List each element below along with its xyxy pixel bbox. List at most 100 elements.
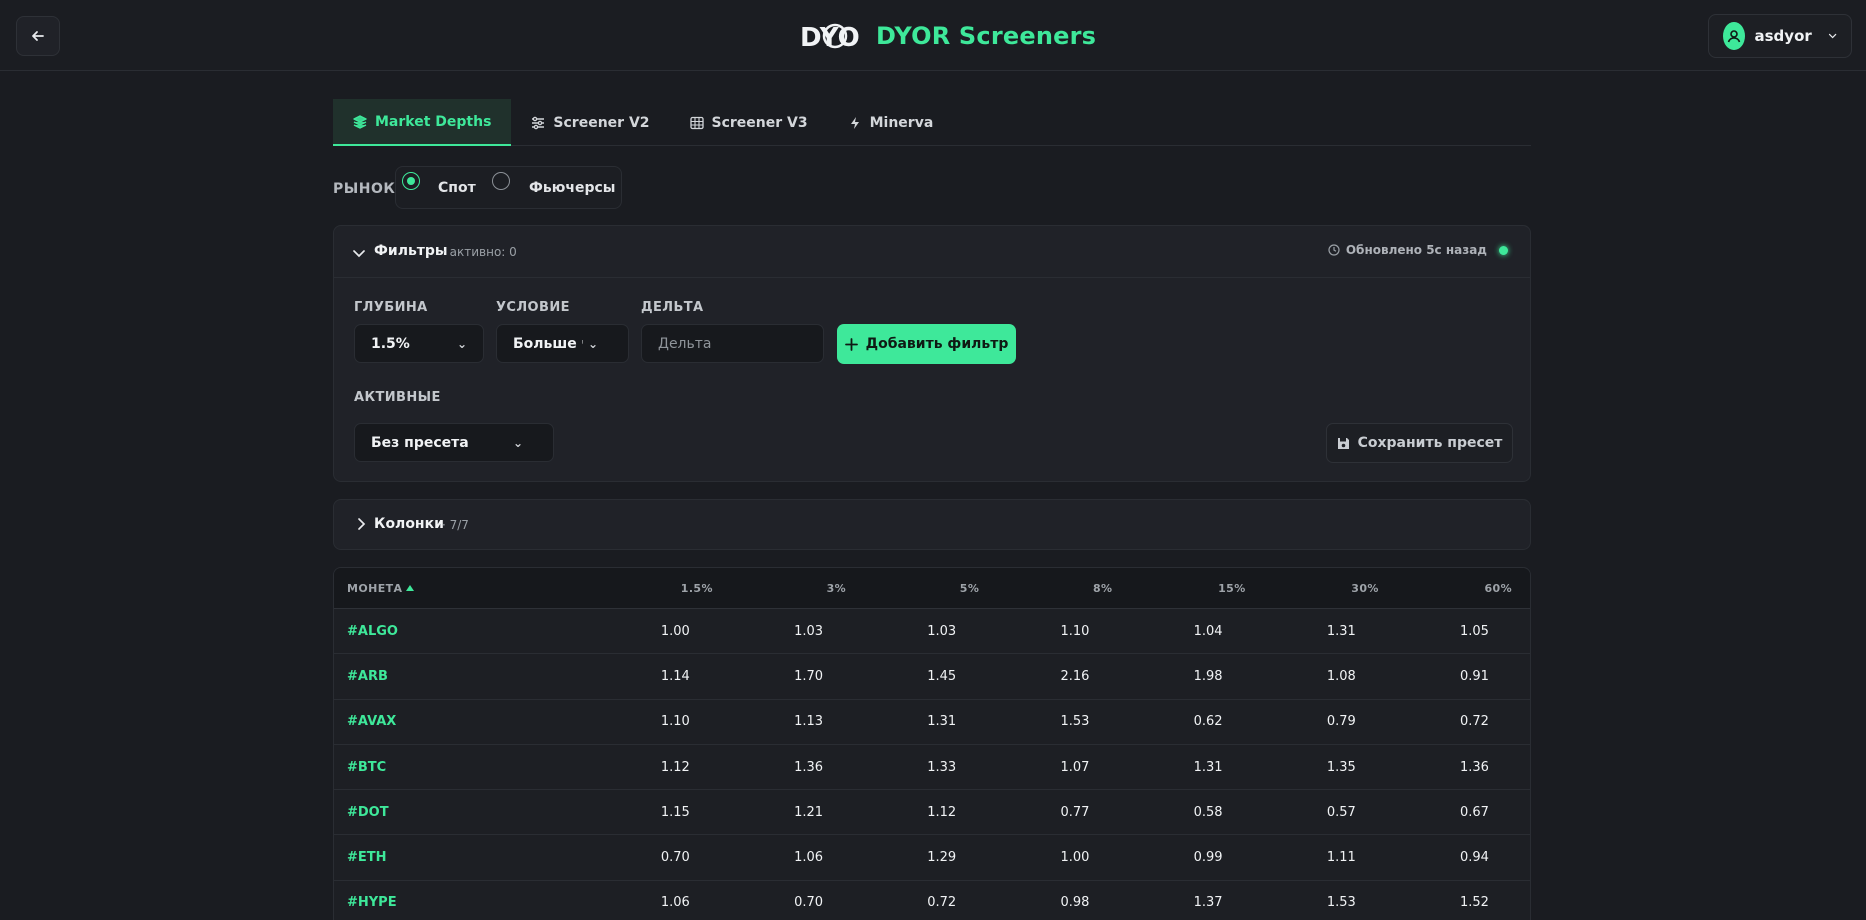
table-cell: 0.99 xyxy=(1193,850,1223,866)
updated-text: Обновлено 5с назад xyxy=(1345,243,1487,257)
table-cell: 1.04 xyxy=(1193,623,1223,639)
column-header-15[interactable]: 15% xyxy=(1130,582,1263,595)
table-cell: 1.03 xyxy=(927,623,957,639)
active-presets-label: АКТИВНЫЕ xyxy=(354,390,441,405)
table-cell: 1.52 xyxy=(1460,895,1489,911)
column-header-1-5[interactable]: 1.5% xyxy=(598,582,731,595)
table-cell: 1.31 xyxy=(1193,759,1223,775)
chevron-down-icon: ⌄ xyxy=(456,337,467,351)
table-cell: 1.31 xyxy=(1326,623,1356,639)
coin-link[interactable]: #ETH xyxy=(334,850,598,865)
table-cell: 1.53 xyxy=(1060,714,1090,730)
table-cell: 1.11 xyxy=(1326,850,1356,866)
save-preset-label: Сохранить пресет xyxy=(1357,435,1503,451)
table-cell: 1.70 xyxy=(794,668,824,684)
table-cell: 1.10 xyxy=(660,714,690,730)
table-cell: 0.72 xyxy=(927,895,957,911)
table-row[interactable]: #BTC 1.12 1.36 1.33 1.07 1.31 1.35 1.36 xyxy=(334,745,1530,791)
coin-link[interactable]: #BTC xyxy=(334,760,598,775)
user-menu-button[interactable]: asdyor xyxy=(1708,14,1852,58)
radio-futures[interactable] xyxy=(492,172,510,190)
chevron-down-icon: ⌄ xyxy=(512,436,523,450)
table-cell: 1.45 xyxy=(927,668,957,684)
column-header-5[interactable]: 5% xyxy=(864,582,997,595)
table-cell: 1.98 xyxy=(1193,668,1223,684)
column-header-30[interactable]: 30% xyxy=(1264,582,1397,595)
save-preset-button[interactable]: Сохранить пресет xyxy=(1326,423,1513,463)
depth-select[interactable]: 1.5% ⌄ xyxy=(354,324,484,363)
tab-screener-v2[interactable]: Screener V2 xyxy=(511,99,669,146)
arrow-left-icon xyxy=(32,31,44,41)
table-cell: 1.12 xyxy=(927,804,957,820)
depth-table: МОНЕТА 1.5% 3% 5% 8% 15% 30% 60% #ALGO 1… xyxy=(333,567,1531,920)
table-cell: 0.70 xyxy=(660,850,690,866)
coin-link[interactable]: #HYPE xyxy=(334,895,598,910)
sort-ascending-icon xyxy=(406,585,415,591)
column-header-3[interactable]: 3% xyxy=(731,582,864,595)
condition-select[interactable]: Больше чем ⌄ xyxy=(496,324,629,363)
tab-label: Market Depths xyxy=(375,113,492,130)
table-cell: 0.98 xyxy=(1060,895,1090,911)
column-header-coin[interactable]: МОНЕТА xyxy=(334,582,598,595)
radio-spot-label[interactable]: Спот xyxy=(438,180,476,196)
column-header-60[interactable]: 60% xyxy=(1397,582,1530,595)
columns-count: · 7/7 xyxy=(442,518,469,532)
table-cell: 1.06 xyxy=(660,895,690,911)
back-button[interactable] xyxy=(16,16,60,56)
coin-link[interactable]: #AVAX xyxy=(334,714,598,729)
tab-market-depths[interactable]: Market Depths xyxy=(333,99,512,146)
table-cell: 0.62 xyxy=(1193,714,1223,730)
coin-link[interactable]: #ALGO xyxy=(334,624,598,639)
table-cell: 0.67 xyxy=(1460,804,1489,820)
table-cell: 1.13 xyxy=(794,714,824,730)
column-header-label: МОНЕТА xyxy=(347,581,403,595)
table-body: #ALGO 1.00 1.03 1.03 1.10 1.04 1.31 1.05… xyxy=(334,609,1530,920)
preset-value: Без пресета xyxy=(371,434,469,451)
table-cell: 1.37 xyxy=(1193,895,1223,911)
tab-minerva[interactable]: Minerva xyxy=(828,99,954,146)
filters-header[interactable]: Фильтры · активно: 0 Обновлено 5с назад xyxy=(334,226,1530,278)
table-cell: 1.07 xyxy=(1060,759,1090,775)
table-cell: 1.21 xyxy=(794,804,824,820)
brand[interactable]: DYOR DYOR Screeners xyxy=(800,16,1096,56)
delta-input[interactable] xyxy=(641,324,824,363)
table-cell: 0.57 xyxy=(1326,804,1356,820)
coin-link[interactable]: #DOT xyxy=(334,805,598,820)
table-cell: 0.91 xyxy=(1460,668,1489,684)
table-cell: 1.10 xyxy=(1060,623,1090,639)
table-cell: 1.00 xyxy=(1060,850,1090,866)
table-row[interactable]: #AVAX 1.10 1.13 1.31 1.53 0.62 0.79 0.72 xyxy=(334,700,1530,745)
table-cell: 0.72 xyxy=(1460,714,1489,730)
add-filter-button[interactable]: Добавить фильтр xyxy=(837,324,1016,364)
bolt-icon xyxy=(850,116,859,129)
tab-label: Screener V3 xyxy=(711,114,808,131)
tab-label: Screener V2 xyxy=(553,114,650,131)
columns-panel[interactable]: Колонки · 7/7 xyxy=(333,499,1531,550)
radio-spot[interactable] xyxy=(402,172,420,190)
chevron-down-icon xyxy=(1828,33,1837,39)
table-cell: 1.12 xyxy=(660,759,690,775)
tab-screener-v3[interactable]: Screener V3 xyxy=(670,99,828,146)
table-cell: 0.94 xyxy=(1460,850,1489,866)
user-name: asdyor xyxy=(1754,27,1812,45)
radio-futures-label[interactable]: Фьючерсы xyxy=(529,180,615,196)
table-row[interactable]: #ALGO 1.00 1.03 1.03 1.10 1.04 1.31 1.05 xyxy=(334,609,1530,655)
preset-select[interactable]: Без пресета ⌄ xyxy=(354,423,554,462)
table-row[interactable]: #DOT 1.15 1.21 1.12 0.77 0.58 0.57 0.67 xyxy=(334,790,1530,836)
coin-link[interactable]: #ARB xyxy=(334,669,598,684)
table-row[interactable]: #ARB 1.14 1.70 1.45 2.16 1.98 1.08 0.91 xyxy=(334,654,1530,700)
table-row[interactable]: #ETH 0.70 1.06 1.29 1.00 0.99 1.11 0.94 xyxy=(334,835,1530,881)
filters-panel: Фильтры · активно: 0 Обновлено 5с назад … xyxy=(333,225,1531,482)
table-cell: 0.79 xyxy=(1326,714,1356,730)
table-cell: 1.31 xyxy=(927,714,957,730)
column-header-8[interactable]: 8% xyxy=(997,582,1130,595)
tab-label: Minerva xyxy=(869,114,934,131)
table-header: МОНЕТА 1.5% 3% 5% 8% 15% 30% 60% xyxy=(334,568,1530,609)
table-cell: 0.77 xyxy=(1060,804,1090,820)
condition-value: Больше чем xyxy=(513,335,583,352)
table-cell: 1.36 xyxy=(1460,759,1489,775)
dyor-logo-icon: DYOR xyxy=(800,23,862,53)
chevron-right-icon xyxy=(358,518,366,530)
table-row[interactable]: #HYPE 1.06 0.70 0.72 0.98 1.37 1.53 1.52 xyxy=(334,881,1530,920)
depth-label: ГЛУБИНА xyxy=(354,300,428,315)
